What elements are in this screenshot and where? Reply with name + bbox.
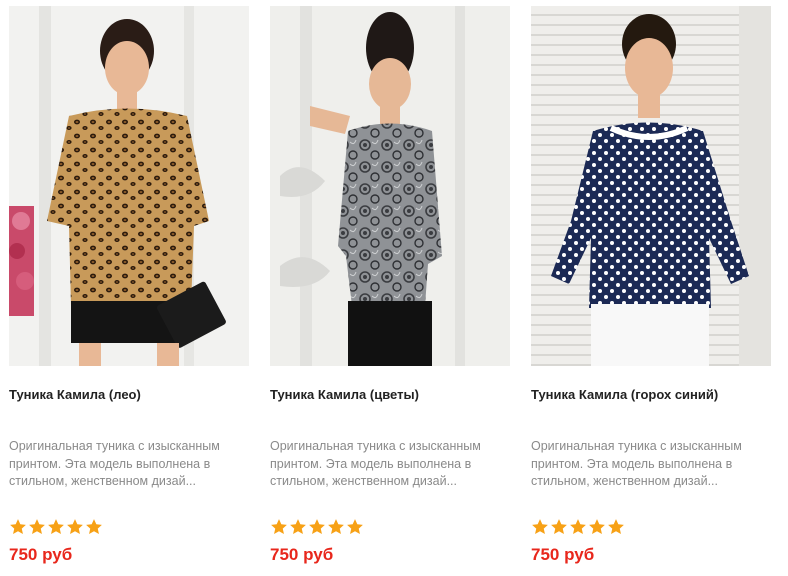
star-icon xyxy=(589,519,605,535)
product-photo xyxy=(9,6,249,366)
product-description: Оригинальная туника с изысканным принтом… xyxy=(270,439,481,488)
star-icon xyxy=(271,519,287,535)
product-image[interactable] xyxy=(270,6,510,366)
product-card[interactable]: Туника Камила (лео) Оригинальная туника … xyxy=(9,6,249,576)
star-icon xyxy=(10,519,26,535)
star-icon xyxy=(48,519,64,535)
star-icon xyxy=(29,519,45,535)
product-price: 750 руб xyxy=(531,545,595,564)
star-icon xyxy=(290,519,306,535)
product-price: 750 руб xyxy=(270,545,334,564)
star-icon xyxy=(67,519,83,535)
product-photo xyxy=(531,6,771,366)
star-icon xyxy=(347,519,363,535)
product-card[interactable]: Туника Камила (горох синий) Оригинальная… xyxy=(531,6,771,576)
star-icon xyxy=(86,519,102,535)
product-title[interactable]: Туника Камила (цветы) xyxy=(270,386,510,403)
star-icon xyxy=(551,519,567,535)
star-icon xyxy=(532,519,548,535)
star-icon xyxy=(570,519,586,535)
product-card[interactable]: Туника Камила (цветы) Оригинальная туник… xyxy=(270,6,510,576)
product-title[interactable]: Туника Камила (горох синий) xyxy=(531,386,771,403)
product-photo xyxy=(270,6,510,366)
product-description: Оригинальная туника с изысканным принтом… xyxy=(9,439,220,488)
product-image[interactable] xyxy=(9,6,249,366)
star-icon xyxy=(309,519,325,535)
rating-stars xyxy=(270,518,364,538)
star-icon xyxy=(608,519,624,535)
rating-stars xyxy=(9,518,103,538)
product-image[interactable] xyxy=(531,6,771,366)
product-price: 750 руб xyxy=(9,545,73,564)
star-icon xyxy=(328,519,344,535)
product-grid: Туника Камила (лео) Оригинальная туника … xyxy=(0,0,788,576)
rating-stars xyxy=(531,518,625,538)
product-title[interactable]: Туника Камила (лео) xyxy=(9,386,249,403)
product-description: Оригинальная туника с изысканным принтом… xyxy=(531,439,742,488)
